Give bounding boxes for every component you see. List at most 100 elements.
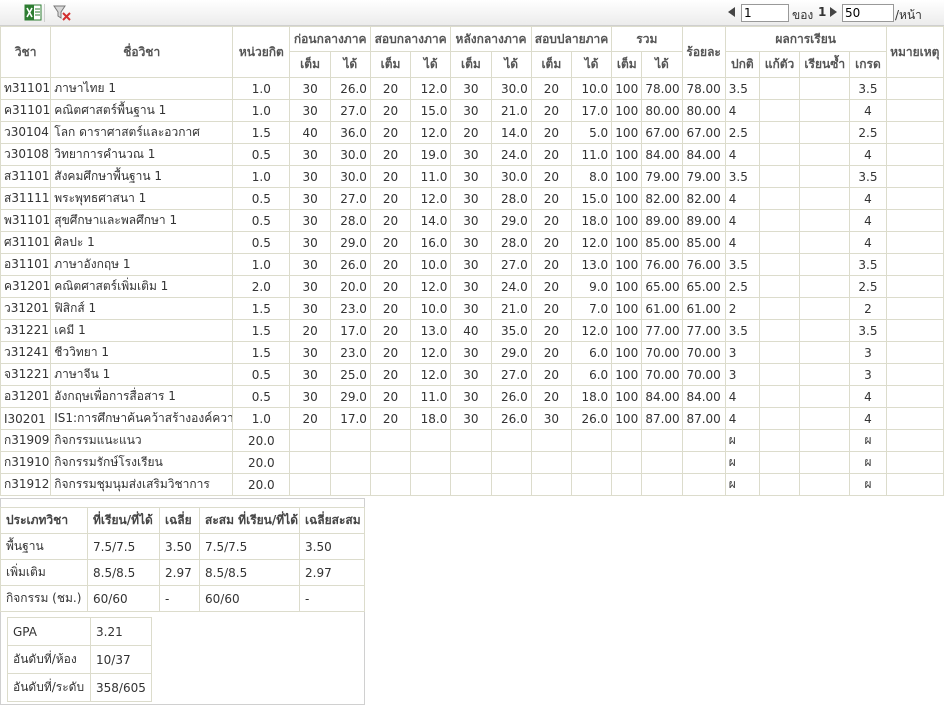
cell-credit: 1.5	[232, 341, 291, 364]
cell-credit: 1.5	[232, 121, 291, 144]
cell-after-mid-full: 30	[450, 341, 492, 364]
cell-result-repeat	[799, 451, 851, 474]
cell-after-mid-full: 30	[450, 77, 492, 100]
table-row[interactable]: พ31101 สุขศึกษาและพลศึกษา 1 0.5 30 28.0 20 14.…	[0, 209, 944, 232]
summary-row: พื้นฐาน 7.5/7.5 3.50 7.5/7.5 3.50	[0, 533, 365, 560]
cell-mid-exam-got	[410, 473, 452, 496]
gpa-row: อันดับที่/ห้อง 10/37	[7, 645, 152, 674]
table-row[interactable]: จ31221 ภาษาจีน 1 0.5 30 25.0 20 12.0 30 27.0 20 6.…	[0, 363, 944, 386]
table-row[interactable]: ว31241 ชีววิทยา 1 1.5 30 23.0 20 12.0 30 29.0 20 6…	[0, 341, 944, 364]
col-header-mid-exam: สอบกลางภาค	[369, 26, 452, 52]
summary-cell-cum-avg: 3.50	[299, 533, 365, 560]
filter-clear-icon[interactable]	[52, 4, 71, 21]
cell-grade: 4	[849, 231, 887, 254]
table-row[interactable]: ก31909 กิจกรรมแนะแนว 20.0 ผ ผ	[0, 429, 944, 452]
table-row[interactable]: อ31201 อังกฤษเพื่อการสื่อสาร 1 0.5 30 29.0 20…	[0, 385, 944, 408]
cell-before-mid-got: 29.0	[329, 231, 371, 254]
page-number-input[interactable]	[741, 4, 789, 22]
summary-header-took: ที่เรียน/ที่ได้	[87, 507, 160, 534]
col-header-note[interactable]: หมายเหตุ	[885, 26, 944, 78]
col-header-percent[interactable]: ร้อยละ	[681, 26, 726, 78]
cell-result-fix	[758, 275, 801, 298]
summary-cell-type: กิจกรรม (ชม.)	[0, 585, 88, 612]
cell-code: ว31221	[0, 319, 52, 342]
cell-total-full: 100	[611, 99, 643, 122]
cell-after-mid-full: 30	[450, 209, 492, 232]
cell-final-exam-full: 20	[530, 363, 572, 386]
cell-total-got: 85.00	[641, 231, 683, 254]
col-header-credit[interactable]: หน่วยกิต	[232, 26, 291, 78]
cell-final-exam-full: 20	[530, 77, 572, 100]
cell-code: ค31101	[0, 99, 52, 122]
page-size-input[interactable]	[842, 4, 894, 22]
cell-name: ศิลปะ 1	[50, 231, 234, 254]
cell-before-mid-got	[329, 429, 371, 452]
cell-before-mid-full: 30	[289, 209, 331, 232]
cell-after-mid-got	[490, 451, 532, 474]
table-row[interactable]: ท31101 ภาษาไทย 1 1.0 30 26.0 20 12.0 30 30.0 20 10…	[0, 77, 944, 100]
cell-mid-exam-full: 20	[369, 121, 412, 144]
col-header-full: เต็ม	[530, 51, 572, 78]
table-row[interactable]: ว31221 เคมี 1 1.5 20 17.0 20 13.0 40 35.0 20 12.0 1…	[0, 319, 944, 342]
cell-result-repeat	[799, 143, 851, 166]
col-header-got: ได้	[329, 51, 371, 78]
table-row[interactable]: ก31912 กิจกรรมชุมนุมส่งเสริมวิชาการ 20.0 ผ ผ	[0, 473, 944, 496]
next-page-icon[interactable]	[830, 7, 837, 17]
table-row[interactable]: ว30104 โลก ดาราศาสตร์และอวกาศ 1.5 40 36.0 20 1…	[0, 121, 944, 144]
table-row[interactable]: ศ31101 ศิลปะ 1 0.5 30 29.0 20 16.0 30 28.0 20 12.0…	[0, 231, 944, 254]
cell-name: เคมี 1	[50, 319, 234, 342]
cell-total-got: 70.00	[641, 363, 683, 386]
cell-final-exam-full: 20	[530, 231, 572, 254]
cell-note	[885, 429, 944, 452]
grid-toolbar: ของ 1 /หน้า	[0, 0, 944, 26]
table-row[interactable]: ส31101 สังคมศึกษาพื้นฐาน 1 1.0 30 30.0 20 11.0…	[0, 165, 944, 188]
cell-grade: 4	[849, 385, 887, 408]
col-header-code[interactable]: วิชา	[0, 26, 52, 78]
cell-total-got: 84.00	[641, 143, 683, 166]
col-header-name[interactable]: ชื่อวิชา	[50, 26, 234, 78]
table-row[interactable]: ก31910 กิจกรรมรักษ์โรงเรียน 20.0 ผ ผ	[0, 451, 944, 474]
cell-result-normal: ผ	[724, 473, 760, 496]
cell-grade: 4	[849, 99, 887, 122]
cell-before-mid-got: 30.0	[329, 143, 371, 166]
cell-grade: 3.5	[849, 319, 887, 342]
cell-result-normal: 4	[724, 143, 760, 166]
table-row[interactable]: ค31201 คณิตศาสตร์เพิ่มเติม 1 2.0 30 20.0 20 12…	[0, 275, 944, 298]
table-row[interactable]: ว31201 ฟิสิกส์ 1 1.5 30 23.0 20 10.0 30 21.0 20 7.…	[0, 297, 944, 320]
cell-after-mid-got: 29.0	[490, 341, 532, 364]
cell-total-got: 77.00	[641, 319, 683, 342]
cell-mid-exam-full: 20	[369, 385, 412, 408]
cell-final-exam-got: 18.0	[570, 209, 613, 232]
cell-before-mid-full: 30	[289, 253, 331, 276]
cell-result-fix	[758, 209, 801, 232]
table-row[interactable]: อ31101 ภาษาอังกฤษ 1 1.0 30 26.0 20 10.0 30 27.0 2…	[0, 253, 944, 276]
cell-mid-exam-got: 12.0	[410, 275, 452, 298]
excel-export-icon[interactable]	[24, 4, 42, 21]
col-header-repeat: เรียนซ้ำ	[799, 51, 851, 78]
cell-percent: 84.00	[681, 385, 726, 408]
table-row[interactable]: ส31111 พระพุทธศาสนา 1 0.5 30 27.0 20 12.0 30 28.…	[0, 187, 944, 210]
prev-page-icon[interactable]	[728, 7, 735, 17]
cell-code: I30201	[0, 407, 52, 430]
cell-before-mid-got: 36.0	[329, 121, 371, 144]
summary-cell-took: 7.5/7.5	[87, 533, 160, 560]
cell-before-mid-got: 23.0	[329, 297, 371, 320]
table-row[interactable]: ว30108 วิทยาการคำนวณ 1 0.5 30 30.0 20 19.0 30 24…	[0, 143, 944, 166]
cell-mid-exam-full: 20	[369, 363, 412, 386]
cell-result-normal: 3.5	[724, 165, 760, 188]
cell-result-repeat	[799, 363, 851, 386]
cell-credit: 0.5	[232, 363, 291, 386]
cell-mid-exam-got: 10.0	[410, 253, 452, 276]
cell-after-mid-got: 26.0	[490, 385, 532, 408]
cell-result-fix	[758, 165, 801, 188]
cell-final-exam-full: 20	[530, 99, 572, 122]
cell-note	[885, 143, 944, 166]
table-row[interactable]: I30201 IS1:การศึกษาค้นคว้าสร้างองค์ความรู…	[0, 407, 944, 430]
summary-cell-cum-avg: 2.97	[299, 559, 365, 586]
cell-result-repeat	[799, 341, 851, 364]
table-row[interactable]: ค31101 คณิตศาสตร์พื้นฐาน 1 1.0 30 27.0 20 15.0…	[0, 99, 944, 122]
cell-result-fix	[758, 187, 801, 210]
cell-mid-exam-full	[369, 429, 412, 452]
cell-mid-exam-got: 12.0	[410, 341, 452, 364]
cell-before-mid-full: 30	[289, 187, 331, 210]
